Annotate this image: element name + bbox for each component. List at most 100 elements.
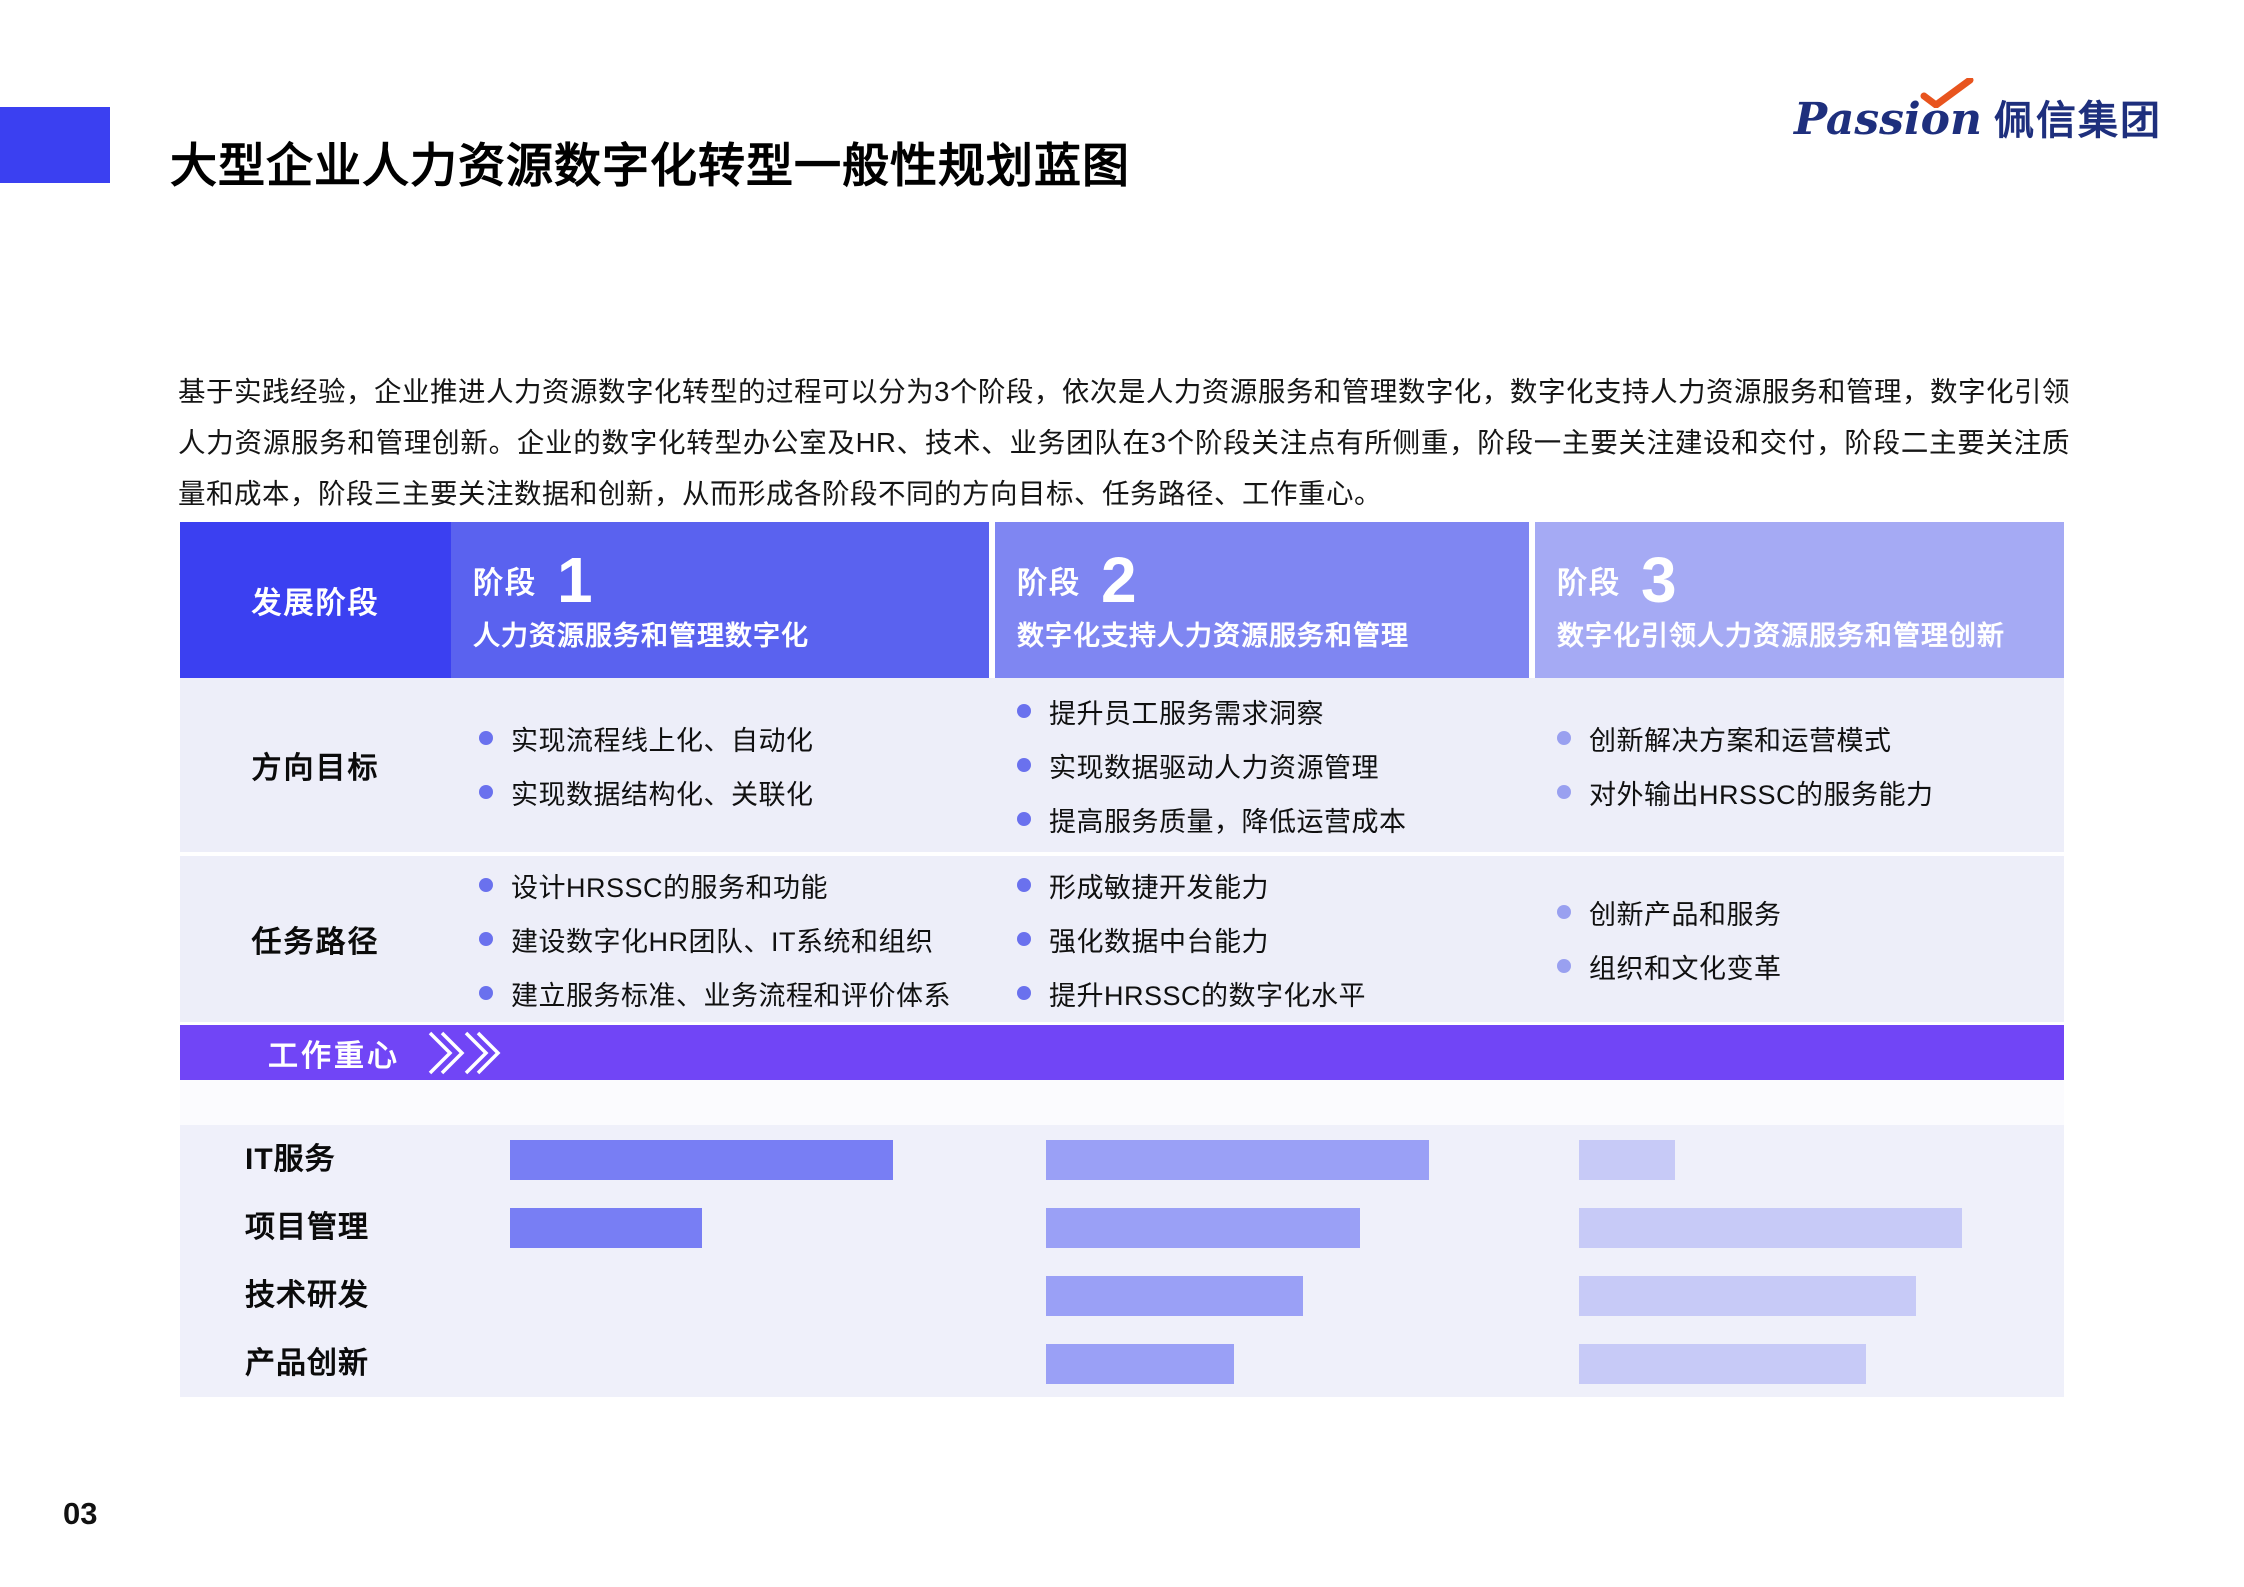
stage-2-top: 阶段 2 [1017, 548, 1529, 612]
double-chevron-icon [426, 1030, 512, 1076]
bullet-text: 实现流程线上化、自动化 [511, 719, 814, 758]
stage-1-top: 阶段 1 [473, 548, 989, 612]
bullet-text: 设计HRSSC的服务和功能 [511, 866, 828, 905]
bullet-text: 组织和文化变革 [1589, 947, 1782, 986]
stages-table: 发展阶段 阶段 1 人力资源服务和管理数字化 阶段 2 数字化支持人力资源服务和… [180, 522, 2064, 1397]
bullet-dot-icon [1557, 905, 1571, 919]
cell-tasks-stage-3: 创新产品和服务组织和文化变革 [1529, 856, 2064, 1022]
cell-tasks-stage-2: 形成敏捷开发能力强化数据中台能力提升HRSSC的数字化水平 [989, 856, 1529, 1022]
row-header-direction-goals: 方向目标 [180, 678, 451, 852]
focus-bar-stage-1 [510, 1208, 702, 1248]
bullet-item: 提升HRSSC的数字化水平 [1017, 974, 1529, 1013]
cell-goals-stage-2: 提升员工服务需求洞察实现数据驱动人力资源管理提高服务质量，降低运营成本 [989, 678, 1529, 852]
stage-1-title: 人力资源服务和管理数字化 [473, 614, 989, 653]
stage-2-number: 2 [1101, 548, 1137, 612]
bullet-item: 实现数据驱动人力资源管理 [1017, 746, 1529, 785]
bullet-text: 建立服务标准、业务流程和评价体系 [511, 974, 951, 1013]
bullet-dot-icon [1017, 704, 1031, 718]
bullet-item: 建设数字化HR团队、IT系统和组织 [479, 920, 989, 959]
chart-row-IT服务: IT服务 [180, 1140, 2064, 1208]
bullet-text: 创新解决方案和运营模式 [1589, 719, 1892, 758]
table-row-direction-goals: 方向目标 实现流程线上化、自动化实现数据结构化、关联化 提升员工服务需求洞察实现… [180, 678, 2064, 852]
stage-3-number: 3 [1641, 548, 1677, 612]
bullet-item: 建立服务标准、业务流程和评价体系 [479, 974, 989, 1013]
bullet-text: 对外输出HRSSC的服务能力 [1589, 773, 1934, 812]
chart-row-label: IT服务 [185, 1140, 495, 1180]
bullet-item: 组织和文化变革 [1557, 947, 2064, 986]
bullet-dot-icon [479, 785, 493, 799]
bullet-dot-icon [479, 878, 493, 892]
chart-row-项目管理: 项目管理 [180, 1208, 2064, 1276]
logo-passion-text: Passion [1794, 94, 1982, 145]
bullet-text: 形成敏捷开发能力 [1049, 866, 1269, 905]
page-title: 大型企业人力资源数字化转型一般性规划蓝图 [170, 127, 1130, 196]
focus-bar-stage-1 [510, 1140, 893, 1180]
focus-bar-stage-3 [1579, 1276, 1916, 1316]
logo-chinese-text: 佩信集团 [1994, 88, 2162, 146]
chart-row-label: 产品创新 [185, 1344, 495, 1384]
bullet-dot-icon [1017, 758, 1031, 772]
focus-bar-stage-2 [1046, 1208, 1360, 1248]
page-number: 03 [63, 1496, 97, 1532]
bullet-text: 提升HRSSC的数字化水平 [1049, 974, 1366, 1013]
bullet-text: 建设数字化HR团队、IT系统和组织 [511, 920, 934, 959]
focus-bar-stage-2 [1046, 1344, 1234, 1384]
chart-row-产品创新: 产品创新 [180, 1344, 2064, 1412]
stage-3-title: 数字化引领人力资源服务和管理创新 [1557, 614, 2064, 653]
row-header-task-paths: 任务路径 [180, 856, 451, 1022]
focus-bar-stage-3 [1579, 1344, 1866, 1384]
bullet-dot-icon [479, 731, 493, 745]
bullet-item: 创新产品和服务 [1557, 893, 2064, 932]
bullet-text: 实现数据结构化、关联化 [511, 773, 814, 812]
chart-row-label: 技术研发 [185, 1276, 495, 1316]
cell-tasks-stage-1: 设计HRSSC的服务和功能建设数字化HR团队、IT系统和组织建立服务标准、业务流… [451, 856, 989, 1022]
chart-row-技术研发: 技术研发 [180, 1276, 2064, 1344]
bullet-item: 实现流程线上化、自动化 [479, 719, 989, 758]
bullet-item: 设计HRSSC的服务和功能 [479, 866, 989, 905]
header-cell-development-stage: 发展阶段 [180, 522, 451, 678]
company-logo: Passion 佩信集团 [1794, 88, 2162, 146]
bullet-item: 强化数据中台能力 [1017, 920, 1529, 959]
bullet-text: 强化数据中台能力 [1049, 920, 1269, 959]
bullet-text: 提高服务质量，降低运营成本 [1049, 800, 1407, 839]
intro-paragraph: 基于实践经验，企业推进人力资源数字化转型的过程可以分为3个阶段，依次是人力资源服… [178, 366, 2070, 519]
bullet-item: 形成敏捷开发能力 [1017, 866, 1529, 905]
banner-chart-gap [180, 1080, 2064, 1125]
bullet-item: 创新解决方案和运营模式 [1557, 719, 2064, 758]
header-cell-stage-2: 阶段 2 数字化支持人力资源服务和管理 [995, 522, 1529, 678]
work-focus-label: 工作重心 [268, 1031, 400, 1075]
bullet-dot-icon [479, 986, 493, 1000]
bullet-item: 实现数据结构化、关联化 [479, 773, 989, 812]
bullet-dot-icon [479, 932, 493, 946]
chart-row-label: 项目管理 [185, 1208, 495, 1248]
bullet-item: 提高服务质量，降低运营成本 [1017, 800, 1529, 839]
stage-2-title: 数字化支持人力资源服务和管理 [1017, 614, 1529, 653]
work-focus-chart: IT服务项目管理技术研发产品创新 [180, 1125, 2064, 1397]
stage-3-top: 阶段 3 [1557, 548, 2064, 612]
bullet-dot-icon [1017, 986, 1031, 1000]
title-accent-bar [0, 107, 110, 183]
bullet-dot-icon [1017, 932, 1031, 946]
stage-3-word: 阶段 [1557, 558, 1621, 602]
bullet-text: 提升员工服务需求洞察 [1049, 692, 1324, 731]
bullet-text: 实现数据驱动人力资源管理 [1049, 746, 1379, 785]
header-cell-stage-3: 阶段 3 数字化引领人力资源服务和管理创新 [1535, 522, 2064, 678]
focus-bar-stage-2 [1046, 1276, 1303, 1316]
bullet-item: 提升员工服务需求洞察 [1017, 692, 1529, 731]
stage-1-number: 1 [557, 548, 593, 612]
cell-goals-stage-1: 实现流程线上化、自动化实现数据结构化、关联化 [451, 678, 989, 852]
focus-bar-stage-3 [1579, 1208, 1962, 1248]
table-header-row: 发展阶段 阶段 1 人力资源服务和管理数字化 阶段 2 数字化支持人力资源服务和… [180, 522, 2064, 678]
cell-goals-stage-3: 创新解决方案和运营模式对外输出HRSSC的服务能力 [1529, 678, 2064, 852]
stage-1-word: 阶段 [473, 558, 537, 602]
bullet-dot-icon [1017, 812, 1031, 826]
focus-bar-stage-2 [1046, 1140, 1429, 1180]
bullet-item: 对外输出HRSSC的服务能力 [1557, 773, 2064, 812]
focus-bar-stage-3 [1579, 1140, 1675, 1180]
checkmark-icon [1918, 78, 1974, 108]
bullet-text: 创新产品和服务 [1589, 893, 1782, 932]
work-focus-banner: 工作重心 [180, 1025, 2064, 1080]
bullet-dot-icon [1557, 731, 1571, 745]
bullet-dot-icon [1557, 959, 1571, 973]
table-row-task-paths: 任务路径 设计HRSSC的服务和功能建设数字化HR团队、IT系统和组织建立服务标… [180, 856, 2064, 1022]
